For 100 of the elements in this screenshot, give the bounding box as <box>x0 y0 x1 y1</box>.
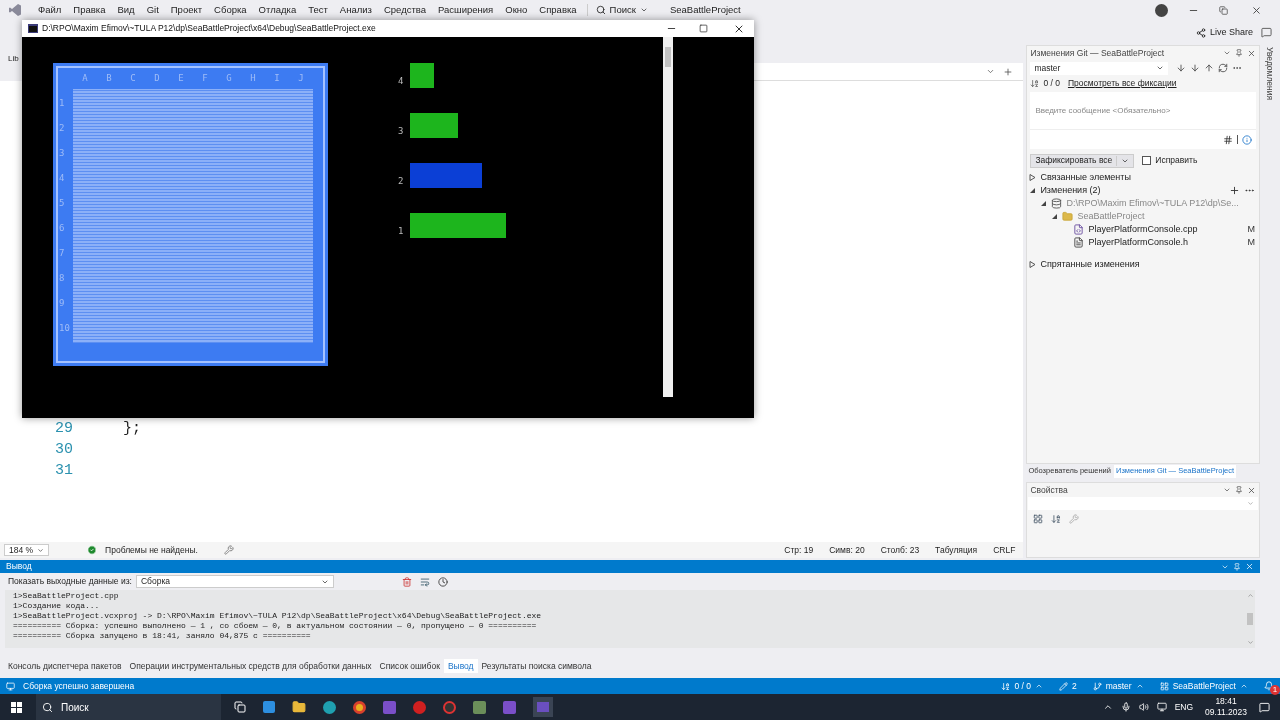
microphone-icon[interactable] <box>1120 702 1131 712</box>
taskbar-search-field[interactable]: Поиск <box>36 694 221 720</box>
output-tab[interactable]: Вывод <box>443 659 478 673</box>
menu-item[interactable]: Анализ <box>333 2 378 18</box>
hash-icon[interactable] <box>1223 134 1234 145</box>
info-icon[interactable] <box>1242 134 1253 145</box>
maximize-icon[interactable] <box>699 24 708 33</box>
cursor-status[interactable]: CRLF <box>989 543 1020 557</box>
dropdown-icon[interactable] <box>1223 49 1232 57</box>
user-avatar[interactable] <box>1155 3 1168 17</box>
editor-tab[interactable]: Lib <box>8 55 19 63</box>
word-wrap-icon[interactable] <box>419 576 430 587</box>
tree-item[interactable]: PlayerPlatformConsole.h <box>1088 235 1188 250</box>
output-tab[interactable]: Консоль диспетчера пакетов <box>4 659 126 673</box>
output-line: ========== Сборка: успешно выполнено — 1 , со сбоем — 0, в актуальном состоянии — 0, пропущено — 0 ========== <box>13 621 538 631</box>
tree-item[interactable]: Спрятанные изменения <box>1040 257 1140 272</box>
scroll-thumb[interactable] <box>1247 613 1253 625</box>
cursor-status[interactable]: Стр: 19 <box>780 543 818 557</box>
pin-icon[interactable] <box>1235 49 1244 57</box>
commit-all-button[interactable]: Зафиксировать все <box>1030 153 1135 168</box>
editor-app-icon[interactable] <box>503 700 516 714</box>
scroll-thumb[interactable] <box>665 47 671 67</box>
sync-status[interactable]: 0 / 0 <box>1014 679 1031 693</box>
dropdown-icon[interactable] <box>1223 486 1232 494</box>
folder-icon[interactable] <box>292 700 306 714</box>
language-indicator[interactable]: ENG <box>1174 700 1194 714</box>
amend-checkbox[interactable] <box>1142 156 1152 165</box>
store-icon[interactable] <box>263 701 275 713</box>
issues-status[interactable]: Проблемы не найдены. <box>105 543 198 557</box>
push-icon[interactable] <box>1204 63 1215 73</box>
categorized-icon[interactable] <box>1033 514 1044 524</box>
action-center-icon[interactable] <box>1259 701 1270 713</box>
menu-item[interactable]: Правка <box>67 2 112 18</box>
history-link[interactable]: Просмотреть все фиксации <box>1067 76 1177 90</box>
output-tab[interactable]: Результаты поиска символа <box>477 659 596 673</box>
menu-item[interactable]: Расширения <box>432 2 500 18</box>
menu-item[interactable]: Окно <box>499 2 534 18</box>
bell-icon[interactable] <box>1264 681 1274 691</box>
repository-status[interactable]: SeaBattleProject <box>1172 679 1236 693</box>
pin-icon[interactable] <box>1235 486 1244 494</box>
output-tab[interactable]: Список ошибок <box>375 659 444 673</box>
close-icon[interactable] <box>1251 4 1262 16</box>
scrollbar[interactable] <box>663 37 673 397</box>
menu-item[interactable]: Сборка <box>208 2 253 18</box>
app-icon[interactable] <box>473 700 486 714</box>
cursor-status[interactable]: Табуляция <box>931 543 982 557</box>
browser-icon[interactable] <box>353 700 366 714</box>
expanded-arrow-icon[interactable] <box>1029 187 1037 194</box>
collapsed-arrow-icon[interactable] <box>1029 261 1037 268</box>
commit-message-field[interactable]: Введите сообщение <Обязательно> <box>1030 92 1257 149</box>
editor-app-icon[interactable] <box>383 700 396 714</box>
branch-status[interactable]: master <box>1105 679 1132 693</box>
search-button[interactable]: Поиск <box>591 2 652 18</box>
menu-item[interactable]: Git <box>140 2 165 18</box>
menu-item[interactable]: Отладка <box>252 2 303 18</box>
panel-title: Свойства <box>1030 483 1068 497</box>
zoom-select[interactable]: 184 % <box>4 544 50 556</box>
restore-icon[interactable] <box>1219 5 1228 15</box>
volume-icon[interactable] <box>1138 702 1149 712</box>
feedback-icon[interactable] <box>1261 27 1272 38</box>
menu-item[interactable]: Средства <box>377 2 432 18</box>
app-icon[interactable] <box>443 700 456 714</box>
clock-icon[interactable] <box>437 576 448 587</box>
output-tab[interactable]: Операции инструментальных средств для обработки данных <box>125 659 376 673</box>
menu-item[interactable]: Тест <box>302 2 334 18</box>
start-icon[interactable] <box>11 701 22 713</box>
sort-icon[interactable] <box>1051 514 1062 524</box>
pin-icon[interactable] <box>1233 562 1241 571</box>
stage-all-icon[interactable] <box>1229 185 1241 196</box>
tree-item[interactable]: PlayerPlatformConsole.cpp <box>1088 222 1198 237</box>
cursor-status[interactable]: Столб: 23 <box>876 543 924 557</box>
tray-expand-icon[interactable] <box>1102 702 1113 712</box>
output-source-select[interactable]: Сборка <box>135 575 334 588</box>
network-icon[interactable] <box>1156 702 1167 712</box>
expanded-arrow-icon[interactable] <box>1040 200 1048 207</box>
cleanup-icon[interactable] <box>223 545 234 555</box>
tree-item[interactable]: Изменения (2) <box>1040 183 1101 198</box>
tree-item[interactable]: Связанные элементы <box>1040 170 1131 185</box>
menu-item[interactable]: Проект <box>164 2 209 18</box>
tree-item[interactable]: SeaBattleProject <box>1077 209 1145 224</box>
split-icon[interactable] <box>1003 66 1014 77</box>
task-view-icon[interactable] <box>234 701 246 713</box>
menu-item[interactable]: Файл <box>32 2 68 18</box>
clear-icon[interactable] <box>401 576 412 587</box>
clock-time[interactable]: 18:41 <box>1215 696 1237 707</box>
collapsed-arrow-icon[interactable] <box>1029 174 1037 181</box>
expanded-arrow-icon[interactable] <box>1051 213 1059 220</box>
notifications-tab[interactable]: Уведомления <box>1263 47 1277 101</box>
cursor-status[interactable]: Симв: 20 <box>825 543 869 557</box>
changes-count[interactable]: 2 <box>1071 679 1077 693</box>
menu-item[interactable]: Вид <box>111 2 141 18</box>
pull-icon[interactable] <box>1190 63 1201 73</box>
live-share-button[interactable]: Live Share <box>1195 25 1253 40</box>
dropdown-icon[interactable] <box>986 67 996 76</box>
clock-date[interactable]: 09.11.2023 <box>1205 707 1247 718</box>
branch-select[interactable]: master <box>1030 61 1169 75</box>
ship[interactable] <box>410 63 435 88</box>
fetch-icon[interactable] <box>1176 63 1187 73</box>
menu-item[interactable]: Справка <box>533 2 583 18</box>
browser-icon[interactable] <box>323 700 336 714</box>
